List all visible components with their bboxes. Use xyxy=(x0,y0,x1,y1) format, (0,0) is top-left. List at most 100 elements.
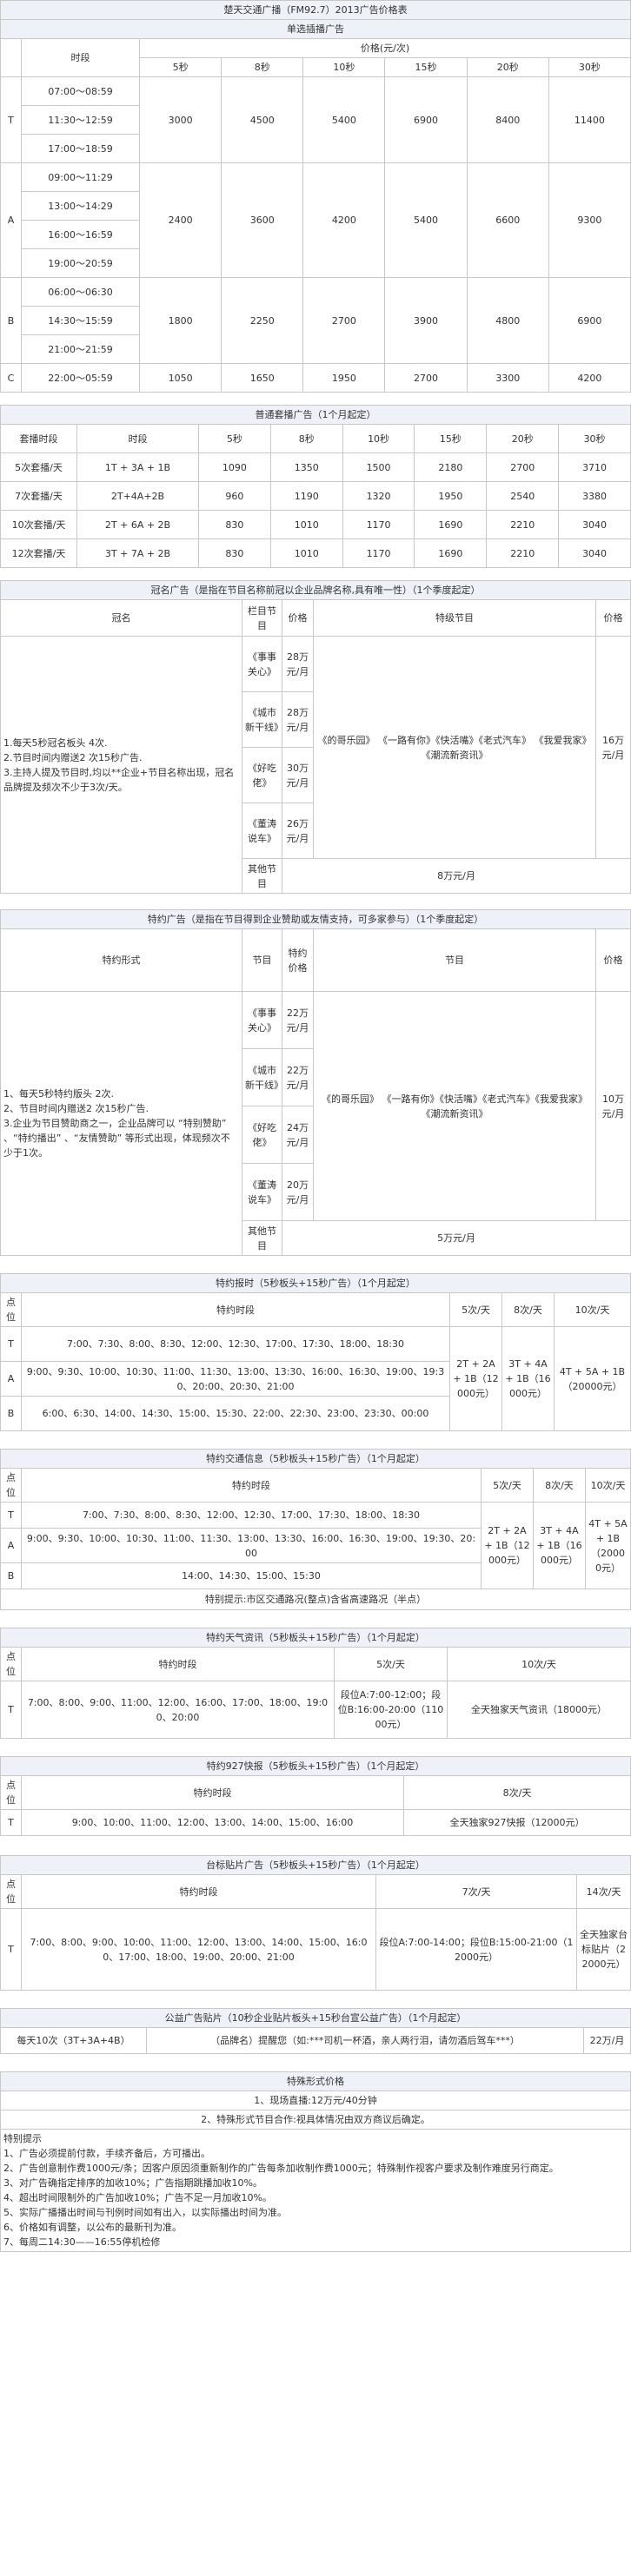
header-cell: 点位 xyxy=(0,1775,22,1810)
time-slot: 11:30～12:59 xyxy=(21,105,140,135)
package-price: 3T + 4A + 1B（16000元） xyxy=(532,1502,586,1589)
time-list: 9:00、9:30、10:00、10:30、11:00、11:30、13:00、… xyxy=(21,1361,450,1397)
header-cell: 20秒 xyxy=(486,424,560,453)
col-price: 价格(元/次) xyxy=(139,38,631,58)
header-cell: 8次/天 xyxy=(403,1775,631,1810)
price-cell: 3900 xyxy=(384,277,468,364)
price-cell: 2700 xyxy=(302,277,386,364)
program-price: 20万元/月 xyxy=(282,1163,314,1221)
price-cell: 1950 xyxy=(302,363,386,393)
time-slot: 09:00～11:29 xyxy=(21,162,140,192)
grade-label: A xyxy=(0,1528,22,1563)
special-price: 16万元/月 xyxy=(594,636,631,859)
price-cell: 6900 xyxy=(548,277,631,364)
cell: 12次套播/天 xyxy=(0,538,77,568)
grade-label: B xyxy=(0,1396,22,1431)
header-cell: 30秒 xyxy=(558,424,631,453)
time-slot: 19:00～20:59 xyxy=(21,248,140,278)
frequency-cell: 每天10次（3T+3A+4B） xyxy=(0,2027,147,2054)
sponsorship-table: 特约广告（是指在节目得到企业赞助或友情支持，可多家参与）（1个季度起定） 特约形… xyxy=(0,909,631,1256)
package-price: 全天独家天气资讯（18000元） xyxy=(447,1681,631,1739)
header-cell: 10秒 xyxy=(342,424,415,453)
price-cell: 4200 xyxy=(548,363,631,393)
section-title: 特殊形式价格 xyxy=(0,2071,631,2091)
price-cell: 9300 xyxy=(548,162,631,278)
program-price: 22万元/月 xyxy=(282,991,314,1049)
section-title: 特约交通信息（5秒板头+15秒广告）（1个月起定） xyxy=(0,1449,631,1469)
cell: 1010 xyxy=(269,510,343,539)
other-price: 5万元/月 xyxy=(282,1220,631,1256)
header-cell: 10次/天 xyxy=(447,1647,631,1681)
table-row: 12次套播/天 3T + 7A + 2B 830 1010 1170 1690 2210 30… xyxy=(0,538,631,568)
rate-card-page: 楚天交通广播（FM92.7）2013广告价格表 单选插播广告 时段 价格(元/次… xyxy=(0,0,631,2252)
price-cell: 3300 xyxy=(466,363,549,393)
cell: 1170 xyxy=(342,510,415,539)
package-price: 3T + 4A + 1B（16000元） xyxy=(501,1326,555,1431)
cell: 1170 xyxy=(342,538,415,568)
section-title: 特约广告（是指在节目得到企业赞助或友情支持，可多家参与）（1个季度起定） xyxy=(0,909,631,929)
price-cell: 4200 xyxy=(302,162,386,278)
cell: 10次套播/天 xyxy=(0,510,77,539)
time-list: 7:00、7:30、8:00、8:30、12:00、12:30、17:00、17… xyxy=(21,1502,482,1529)
price-cell: 5400 xyxy=(302,76,386,163)
program-name: 《事事关心》 xyxy=(242,991,282,1049)
package-price: 4T + 5A + 1B（20000元） xyxy=(584,1502,631,1589)
duration-header: 15秒 xyxy=(384,57,468,77)
header-cell: 10次/天 xyxy=(584,1468,631,1503)
grade-label: B xyxy=(0,277,22,364)
section-title: 特约报时（5秒板头+15秒广告）（1个月起定） xyxy=(0,1273,631,1293)
time-slot: 07:00～08:59 xyxy=(21,76,140,106)
note-item: 7、每周二14:30——16:55停机检修 xyxy=(3,2236,161,2248)
price-cell: 4500 xyxy=(221,76,304,163)
other-label: 其他节目 xyxy=(242,1220,282,1256)
price-cell: 6900 xyxy=(384,76,468,163)
package-price: 全天独家927快报（12000元） xyxy=(403,1809,631,1836)
price-cell: 2250 xyxy=(221,277,304,364)
note-item: 5、实际广播播出时间与刊例时间如有出入，以实际播出时间为准。 xyxy=(3,2207,287,2218)
time-slot: 06:00～06:30 xyxy=(21,277,140,307)
time-list: 9:00、10:00、11:00、12:00、13:00、14:00、15:00… xyxy=(21,1809,404,1836)
program-name: 《城市新干线》 xyxy=(242,691,283,748)
cell: 1350 xyxy=(269,452,343,482)
special-programs: 《的哥乐园》 《一路有你》《快活嘴》《老式汽车》《我爱我家》《潮流新资讯》 xyxy=(313,991,596,1221)
header-cell: 特约时段 xyxy=(21,1874,376,1909)
col-slot: 时段 xyxy=(21,38,140,77)
price-cell: 2700 xyxy=(384,363,468,393)
cell: 830 xyxy=(198,510,271,539)
header-cell: 点位 xyxy=(0,1647,22,1681)
section-title: 普通套播广告（1个月起定） xyxy=(0,405,631,425)
header-cell: 价格 xyxy=(282,599,314,637)
time-list: 9:00、9:30、10:00、10:30、11:00、11:30、13:00、… xyxy=(21,1528,482,1563)
cell: 1950 xyxy=(414,481,488,511)
header-cell: 特约价格 xyxy=(282,928,314,992)
cell: 7次套播/天 xyxy=(0,481,77,511)
cell: 960 xyxy=(198,481,271,511)
header-cell: 点位 xyxy=(0,1468,22,1503)
duration-header: 10秒 xyxy=(302,57,386,77)
note-item: 1、广告必须提前付款，手续齐备后，方可播出。 xyxy=(3,2148,210,2159)
header-cell: 8次/天 xyxy=(501,1292,555,1327)
single-spot-table: 楚天交通广播（FM92.7）2013广告价格表 单选插播广告 时段 价格(元/次… xyxy=(0,0,631,393)
duration-header: 5秒 xyxy=(138,57,223,77)
package-price: 2T + 2A + 1B（12000元） xyxy=(449,1326,502,1431)
time-list: 7:00、8:00、9:00、10:00、11:00、12:00、13:00、1… xyxy=(21,1908,376,1991)
header-cell: 7次/天 xyxy=(375,1874,577,1909)
package-price: 段位A:7:00-12:00；段位B:16:00-20:00（11000元） xyxy=(334,1681,448,1739)
cell: 1690 xyxy=(414,510,488,539)
header-cell: 8秒 xyxy=(269,424,343,453)
price-cell: 3600 xyxy=(221,162,304,278)
price-cell: 2400 xyxy=(138,162,223,278)
duration-header: 8秒 xyxy=(221,57,304,77)
cell: 1090 xyxy=(198,452,271,482)
header-cell: 冠名 xyxy=(0,599,242,637)
cell: 3380 xyxy=(558,481,631,511)
program-name: 《事事关心》 xyxy=(242,636,282,692)
section-title: 特约927快报（5秒板头+15秒广告）（1个月起定） xyxy=(0,1756,631,1776)
duration-header: 20秒 xyxy=(466,57,549,77)
